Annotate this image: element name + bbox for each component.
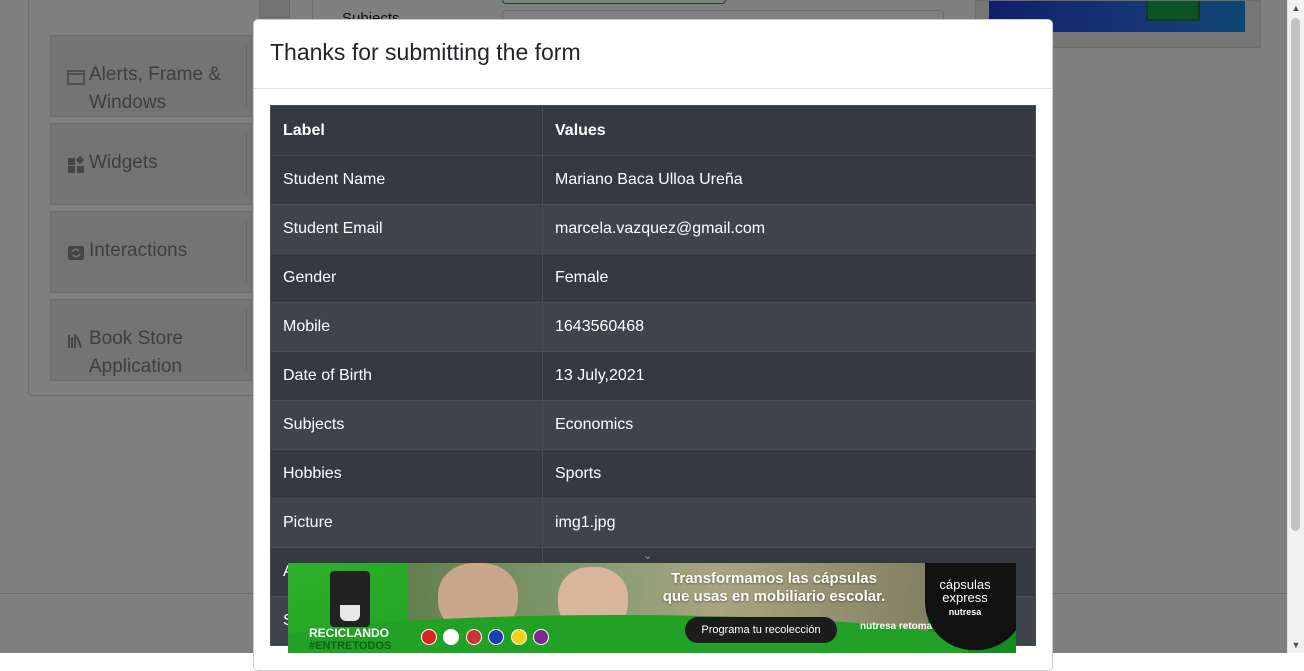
- table-row: Subjects Economics: [270, 400, 1036, 450]
- table-row: Hobbies Sports: [270, 449, 1036, 499]
- ad-headline-line: Transformamos las cápsulas: [671, 570, 877, 587]
- ad-brand-subtext: nutresa: [948, 607, 982, 617]
- ad-brand-text: cápsulas express: [925, 578, 1005, 604]
- row-value: marcela.vazquez@gmail.com: [542, 204, 1036, 254]
- table-row: Gender Female: [270, 253, 1036, 303]
- ad-brand-line: express: [942, 590, 988, 605]
- scroll-down-icon[interactable]: ▼: [1288, 637, 1304, 653]
- brand-logos: [421, 629, 551, 650]
- row-label: Subjects: [270, 400, 543, 450]
- table-row: Date of Birth 13 July,2021: [270, 351, 1036, 401]
- row-value: Female: [542, 253, 1036, 303]
- row-label: Date of Birth: [270, 351, 543, 401]
- row-label: Student Name: [270, 155, 543, 205]
- row-value: Mariano Baca Ulloa Ureña: [542, 155, 1036, 205]
- row-value: Economics: [542, 400, 1036, 450]
- table-row: Student Email marcela.vazquez@gmail.com: [270, 204, 1036, 254]
- modal-header: Thanks for submitting the form: [254, 20, 1052, 89]
- table-header-row: Label Values: [270, 105, 1036, 156]
- chevron-down-icon[interactable]: ⌄: [643, 549, 652, 562]
- row-value: img1.jpg: [542, 498, 1036, 548]
- brand-logo-icon: [465, 629, 482, 645]
- ad-banner[interactable]: Transformamos las cápsulas que usas en m…: [288, 563, 1016, 653]
- ad-headline-line: que usas en mobiliario escolar.: [662, 588, 886, 605]
- row-label: Mobile: [270, 302, 543, 352]
- row-label: Student Email: [270, 204, 543, 254]
- coffee-machine-icon: [330, 571, 370, 627]
- ad-cta-button[interactable]: Programa tu recolección: [685, 617, 837, 643]
- row-value: 13 July,2021: [542, 351, 1036, 401]
- row-value: Sports: [542, 449, 1036, 499]
- brand-logo-icon: [443, 629, 460, 645]
- brand-logo-icon: [510, 629, 527, 645]
- row-value: 1643560468: [542, 302, 1036, 352]
- row-label: Picture: [270, 498, 543, 548]
- values-column-header: Values: [542, 105, 1036, 156]
- ad-campaign-text: RECICLANDO: [309, 626, 389, 640]
- ad-brand-logo: nutresa retoma: [860, 621, 933, 632]
- brand-logo-icon: [488, 629, 505, 645]
- brand-logo-icon: [421, 629, 437, 645]
- ad-headline: Transformamos las cápsulas que usas en m…: [624, 570, 924, 606]
- scrollbar-thumb[interactable]: [1291, 18, 1300, 531]
- page-scrollbar[interactable]: ▲ ▼: [1287, 0, 1304, 653]
- table-row: Picture img1.jpg: [270, 498, 1036, 548]
- scroll-up-icon[interactable]: ▲: [1288, 0, 1304, 16]
- table-row: Student Name Mariano Baca Ulloa Ureña: [270, 155, 1036, 205]
- row-label: Hobbies: [270, 449, 543, 499]
- table-row: Mobile 1643560468: [270, 302, 1036, 352]
- modal-title: Thanks for submitting the form: [270, 39, 581, 65]
- ad-hashtag: #ENTRETODOS: [309, 640, 392, 652]
- label-column-header: Label: [270, 105, 543, 156]
- brand-logo-icon: [533, 629, 550, 645]
- row-label: Gender: [270, 253, 543, 303]
